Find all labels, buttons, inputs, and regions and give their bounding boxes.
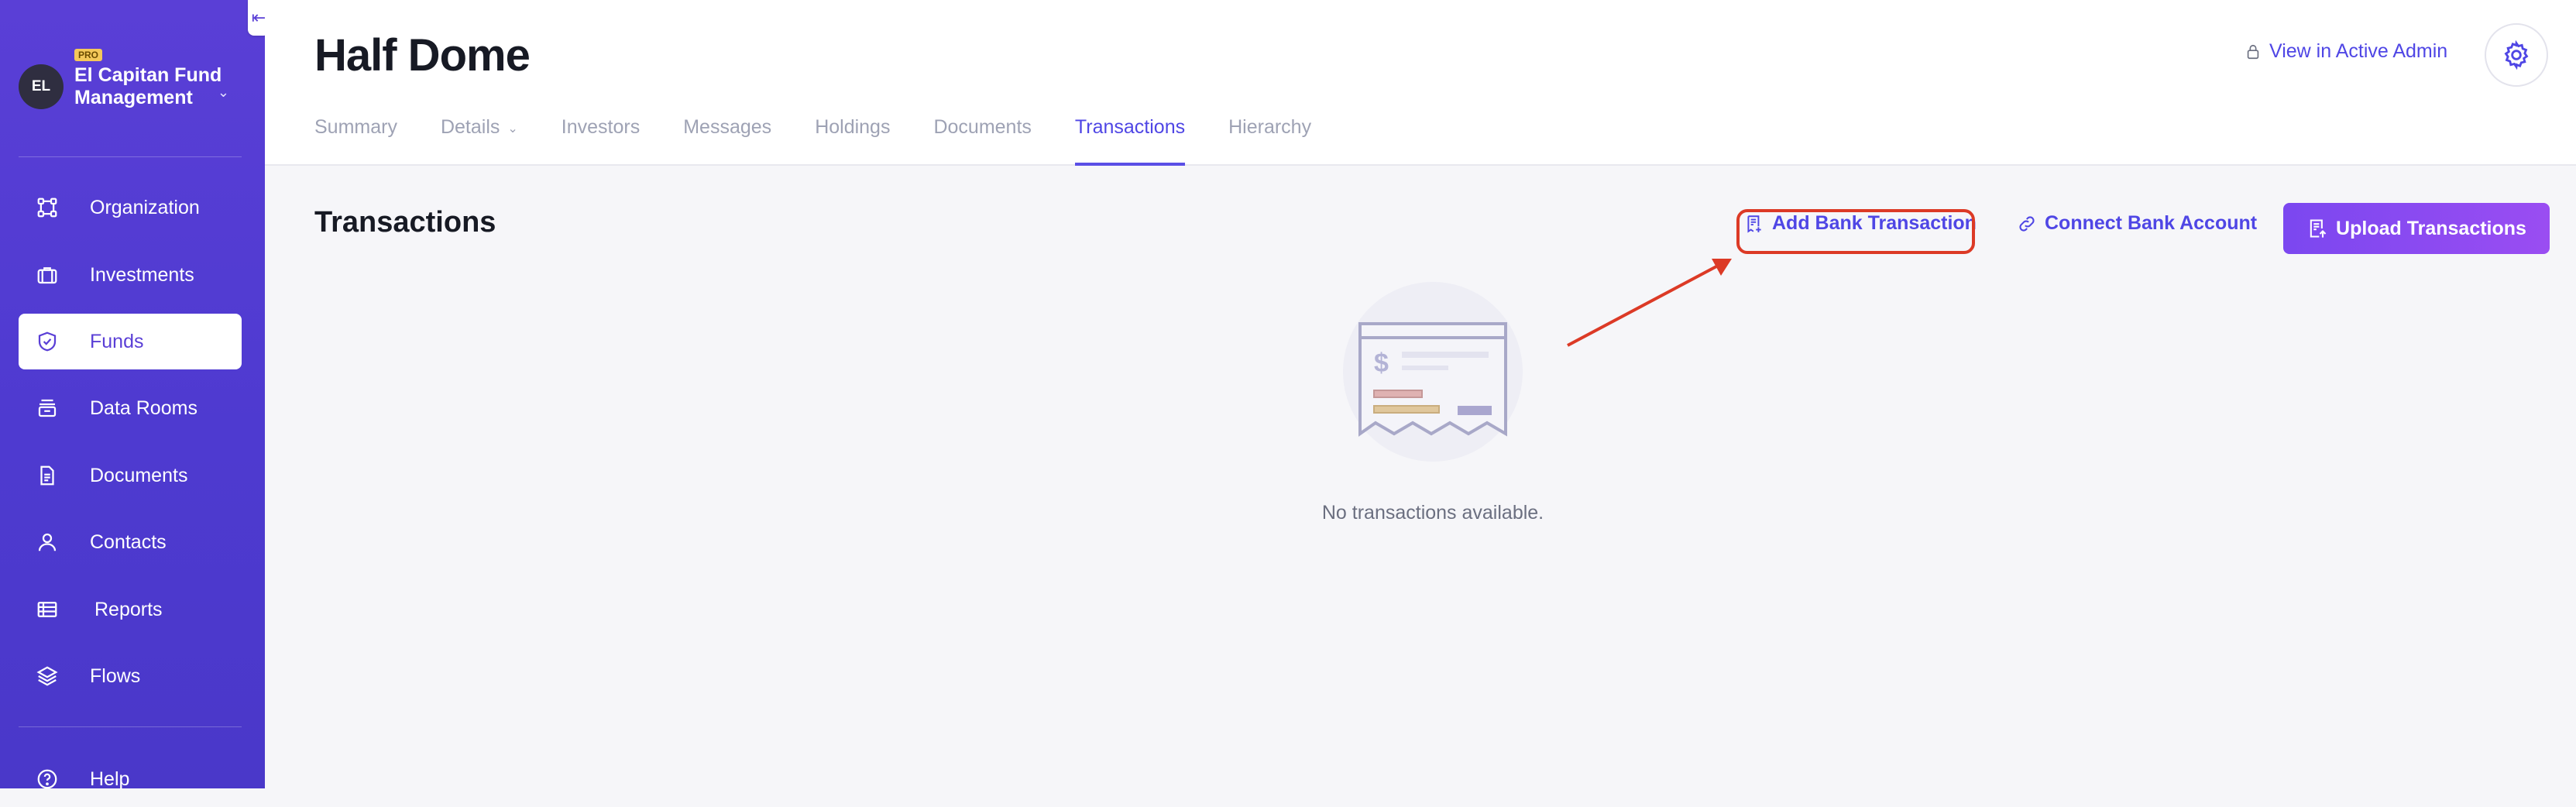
briefcase-icon xyxy=(36,263,59,287)
sidebar-item-flows[interactable]: Flows xyxy=(19,648,242,704)
connect-bank-account-label: Connect Bank Account xyxy=(2045,212,2258,234)
annotation-highlight-box xyxy=(1736,209,1975,254)
tab-label: Hierarchy xyxy=(1228,116,1312,138)
sidebar-item-contacts[interactable]: Contacts xyxy=(19,514,242,570)
tab-hierarchy[interactable]: Hierarchy xyxy=(1228,116,1311,163)
sidebar-item-funds[interactable]: Funds xyxy=(19,314,242,369)
tab-holdings[interactable]: Holdings xyxy=(815,116,890,163)
sidebar-item-label: Funds xyxy=(90,330,144,352)
chevron-down-icon: ⌄ xyxy=(217,84,229,100)
tab-documents[interactable]: Documents xyxy=(933,116,1031,163)
connect-bank-account-button[interactable]: Connect Bank Account xyxy=(2017,212,2257,235)
layers-icon xyxy=(36,664,59,688)
tab-label: Transactions xyxy=(1074,116,1186,138)
sidebar-divider xyxy=(19,726,242,727)
upload-document-icon xyxy=(2310,219,2327,238)
empty-state-message: No transactions available. xyxy=(1321,502,1544,524)
org-info: PRO El Capitan Fund Management ⌄ xyxy=(74,49,229,109)
tab-label: Investors xyxy=(561,116,641,138)
view-in-active-admin-link[interactable]: View in Active Admin xyxy=(2245,40,2447,63)
sidebar-item-label: Investments xyxy=(90,263,194,286)
link-icon xyxy=(2019,215,2035,232)
tab-bar: Summary Details ⌄ Investors Messages Hold… xyxy=(314,116,1355,166)
sidebar-item-label: Help xyxy=(90,768,130,790)
person-icon xyxy=(36,531,59,554)
tab-label: Documents xyxy=(933,116,1032,138)
annotation-arrow xyxy=(1567,259,1732,347)
sidebar: EL PRO El Capitan Fund Management ⌄ Orga… xyxy=(0,0,265,790)
gear-icon xyxy=(2504,39,2529,70)
sidebar-item-help[interactable]: Help xyxy=(19,751,242,807)
upload-transactions-button[interactable]: Upload Transactions xyxy=(2283,203,2550,254)
organization-icon xyxy=(36,196,59,219)
lock-icon xyxy=(2247,44,2259,59)
sidebar-item-investments[interactable]: Investments xyxy=(19,247,242,303)
tab-label: Summary xyxy=(314,116,397,138)
sidebar-divider xyxy=(19,156,242,157)
tab-label: Messages xyxy=(683,116,772,138)
data-rooms-icon xyxy=(36,397,59,420)
table-icon xyxy=(36,598,59,621)
sidebar-item-label: Flows xyxy=(90,664,141,687)
upload-transactions-label: Upload Transactions xyxy=(2336,217,2526,239)
sidebar-item-data-rooms[interactable]: Data Rooms xyxy=(19,380,242,436)
sidebar-item-label: Organization xyxy=(90,196,200,218)
org-switcher[interactable]: EL PRO El Capitan Fund Management ⌄ xyxy=(19,49,251,118)
shield-check-icon xyxy=(36,330,59,353)
page-header: Half Dome View in Active Admin Summary D… xyxy=(265,0,2576,166)
org-name: El Capitan Fund Management xyxy=(74,64,222,108)
chevron-down-icon: ⌄ xyxy=(507,122,518,136)
section-title: Transactions xyxy=(314,206,496,239)
sidebar-item-label: Data Rooms xyxy=(90,397,197,419)
tab-investors[interactable]: Investors xyxy=(562,116,640,163)
sidebar-item-reports[interactable]: Reports xyxy=(19,582,242,637)
tab-summary[interactable]: Summary xyxy=(314,116,397,163)
tab-details[interactable]: Details ⌄ xyxy=(441,116,518,163)
sidebar-item-label: Reports xyxy=(94,598,163,620)
document-icon xyxy=(36,464,59,487)
sidebar-item-label: Contacts xyxy=(90,531,167,553)
tab-label: Holdings xyxy=(815,116,891,138)
tab-messages[interactable]: Messages xyxy=(683,116,771,163)
tab-label: Details xyxy=(440,116,500,138)
pro-badge: PRO xyxy=(74,49,103,61)
sidebar-item-organization[interactable]: Organization xyxy=(19,180,242,235)
tab-transactions[interactable]: Transactions xyxy=(1074,116,1186,166)
page-title: Half Dome xyxy=(314,30,531,81)
svg-text:$: $ xyxy=(1374,349,1389,378)
help-circle-icon xyxy=(36,768,59,791)
admin-link-label: View in Active Admin xyxy=(2269,40,2448,62)
settings-button[interactable] xyxy=(2485,23,2548,87)
sidebar-item-documents[interactable]: Documents xyxy=(19,448,242,503)
sidebar-item-label: Documents xyxy=(90,464,188,486)
empty-receipt-illustration: $ xyxy=(1343,282,1523,462)
org-avatar: EL xyxy=(19,64,64,109)
